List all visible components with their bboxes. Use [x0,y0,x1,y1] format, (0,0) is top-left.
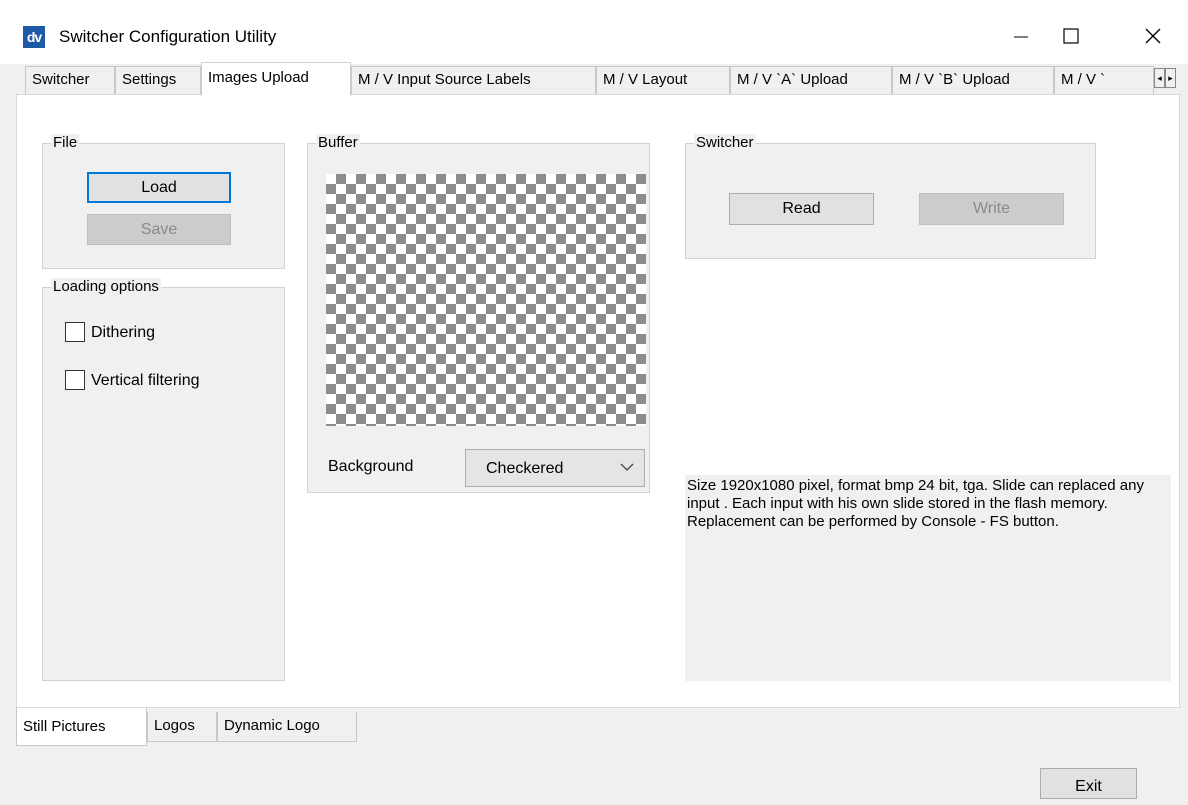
scroll-right-icon[interactable]: ▸ [1165,68,1176,88]
buffer-group: Buffer Background Checkered [307,134,650,493]
tab-switcher[interactable]: Switcher [25,66,115,94]
tab-logos[interactable]: Logos [147,712,217,742]
tab-mv-overflow[interactable]: M / V ` [1054,66,1154,94]
file-group: File Load Save [42,134,285,269]
chevron-down-icon [620,463,634,471]
maximize-button[interactable] [1048,18,1094,54]
vertical-filtering-label: Vertical filtering [91,372,200,389]
save-button[interactable]: Save [87,214,231,245]
tab-mv-input-source-labels[interactable]: M / V Input Source Labels [351,66,596,94]
minimize-icon [1014,36,1028,38]
exit-button[interactable]: Exit [1040,768,1137,799]
loading-options-group: Loading options Dithering Vertical filte… [42,278,285,681]
info-text: Size 1920x1080 pixel, format bmp 24 bit,… [687,477,1144,530]
buffer-preview [326,174,646,426]
tab-page-images-upload: File Load Save Loading options Dithering… [16,94,1180,708]
scroll-left-icon[interactable]: ◂ [1154,68,1165,88]
window-title: Switcher Configuration Utility [59,27,277,46]
switcher-group-title: Switcher [694,134,756,152]
loading-options-title: Loading options [51,278,161,296]
tab-mv-a-upload[interactable]: M / V `A` Upload [730,66,892,94]
tab-still-pictures[interactable]: Still Pictures [16,708,147,746]
background-label: Background [328,458,414,475]
dithering-label: Dithering [91,324,156,341]
minimize-button[interactable] [998,18,1044,54]
close-icon [1145,28,1161,44]
close-button[interactable] [1130,18,1176,54]
buffer-group-title: Buffer [316,134,360,152]
background-select[interactable]: Checkered [465,449,645,487]
tab-scroll-control: ◂ ▸ [1154,68,1176,88]
tab-dynamic-logo[interactable]: Dynamic Logo [217,712,357,742]
tab-images-upload[interactable]: Images Upload [201,62,351,96]
tab-mv-layout[interactable]: M / V Layout [596,66,730,94]
info-text-box: Size 1920x1080 pixel, format bmp 24 bit,… [685,475,1171,681]
load-button[interactable]: Load [87,172,231,203]
read-button[interactable]: Read [729,193,874,225]
vertical-filtering-checkbox[interactable] [65,370,85,390]
tab-settings[interactable]: Settings [115,66,201,94]
dithering-checkbox[interactable] [65,322,85,342]
tab-mv-b-upload[interactable]: M / V `B` Upload [892,66,1054,94]
file-group-title: File [51,134,80,152]
background-select-value: Checkered [486,460,564,477]
maximize-icon [1063,28,1079,44]
write-button[interactable]: Write [919,193,1064,225]
app-logo-icon: dv [23,26,45,48]
switcher-group: Switcher Read Write [685,134,1096,259]
